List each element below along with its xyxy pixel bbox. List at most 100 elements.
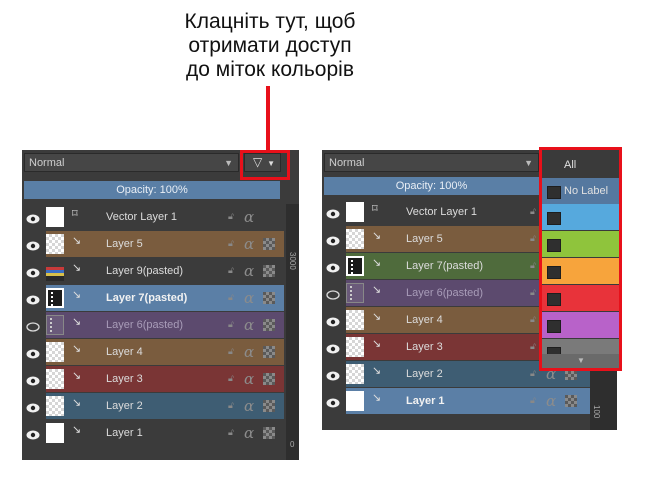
eye-icon[interactable] [326,206,340,219]
eye-icon[interactable] [26,373,40,386]
layer-row[interactable]: ↘ Layer 5 🔓︎ α [22,231,284,257]
blend-mode-select[interactable]: Normal ▼ [324,153,539,172]
filter-option-color[interactable] [542,231,620,257]
eye-icon[interactable] [26,346,40,359]
lock-icon[interactable]: 🔓︎ [530,315,539,324]
layer-thumbnail [46,342,64,362]
alpha-lock-icon[interactable]: α [244,262,254,280]
layer-row[interactable]: ↘ Layer 1 🔓︎ α [322,388,590,414]
filter-option-color[interactable] [542,258,620,284]
layer-row[interactable]: ↘ Layer 4 🔓︎ α [22,339,284,365]
lock-icon[interactable]: 🔓︎ [228,428,237,437]
lock-icon[interactable]: 🔓︎ [228,401,237,410]
paint-layer-icon: ↘ [72,343,82,355]
eye-icon[interactable] [326,368,340,381]
layer-name: Layer 5 [106,238,143,250]
lock-icon[interactable]: 🔓︎ [228,347,237,356]
alpha-lock-icon[interactable]: α [244,343,254,361]
layer-thumbnail [46,423,64,443]
layer-row[interactable]: ↘ Layer 2 🔓︎ α [22,393,284,419]
eye-icon[interactable] [326,341,340,354]
eye-icon[interactable] [26,292,40,305]
eye-icon[interactable] [326,260,340,273]
eye-icon[interactable] [26,400,40,413]
lock-icon[interactable]: 🔓︎ [228,266,237,275]
layer-row[interactable]: ↘ Layer 1 🔓︎ α [22,420,284,446]
inherit-alpha-icon[interactable] [263,319,275,331]
alpha-lock-icon[interactable]: α [244,424,254,442]
eye-closed-icon[interactable] [26,319,40,332]
inherit-alpha-icon[interactable] [263,400,275,412]
paint-layer-icon: ↘ [72,424,82,436]
layer-name: Layer 9(pasted) [106,265,184,277]
opacity-label: Opacity: 100% [116,184,188,196]
callout-text: Клацніть тут, щоб отримати доступ до міт… [140,10,400,82]
alpha-lock-icon[interactable]: α [244,370,254,388]
lock-icon[interactable]: 🔓︎ [228,320,237,329]
layer-thumbnail [346,256,364,276]
layer-row[interactable]: ↘ Layer 6(pasted) 🔓︎ α [22,312,284,338]
ruler-label: 100 [592,405,601,419]
lock-icon[interactable]: 🔓︎ [530,261,539,270]
paint-layer-icon: ↘ [372,230,382,242]
lock-icon[interactable]: 🔓︎ [228,239,237,248]
opacity-slider[interactable]: Opacity: 100% [24,181,280,199]
filter-option-no-label[interactable]: No Label [542,178,620,204]
eye-icon[interactable] [326,233,340,246]
eye-icon[interactable] [326,395,340,408]
lock-icon[interactable]: 🔓︎ [228,374,237,383]
eye-icon[interactable] [326,314,340,327]
lock-icon[interactable]: 🔓︎ [530,288,539,297]
eye-icon[interactable] [26,265,40,278]
eye-icon[interactable] [26,211,40,224]
layer-thumbnail [346,229,364,249]
layer-thumbnail [46,315,64,335]
alpha-lock-icon[interactable]: α [546,392,556,410]
filter-option-color[interactable] [542,285,620,311]
layer-name: Layer 1 [106,427,143,439]
layer-thumbnail [346,337,364,357]
alpha-lock-icon[interactable]: α [244,235,254,253]
inherit-alpha-icon[interactable] [263,292,275,304]
ruler-label: 3000 [288,252,297,270]
alpha-lock-icon[interactable]: α [244,397,254,415]
inherit-alpha-icon[interactable] [263,265,275,277]
eye-icon[interactable] [26,427,40,440]
scroll-down-icon[interactable]: ▼ [542,354,620,368]
alpha-lock-icon[interactable]: α [244,316,254,334]
color-label-filter-button[interactable]: ▽ ▼ [244,153,281,172]
eye-icon[interactable] [26,238,40,251]
layer-row[interactable]: ↘ Layer 9(pasted) 🔓︎ α [22,258,284,284]
lock-icon[interactable]: 🔓︎ [228,293,237,302]
inherit-alpha-icon[interactable] [263,427,275,439]
layer-thumbnail [346,391,364,411]
layer-row[interactable]: ⌑ Vector Layer 1 🔓︎ α [22,204,284,230]
alpha-lock-icon[interactable]: α [244,208,254,226]
paint-layer-icon: ↘ [372,257,382,269]
callout-line-3: до міток кольорів [186,58,354,81]
layer-row[interactable]: ↘ Layer 3 🔓︎ α [22,366,284,392]
layer-thumbnail [346,364,364,384]
inherit-alpha-icon[interactable] [263,346,275,358]
inherit-alpha-icon[interactable] [565,395,577,407]
blend-mode-select[interactable]: Normal ▼ [24,153,239,172]
paint-layer-icon: ↘ [372,284,382,296]
inherit-alpha-icon[interactable] [263,373,275,385]
lock-icon[interactable]: 🔓︎ [530,396,539,405]
lock-icon[interactable]: 🔓︎ [530,342,539,351]
filter-option-color[interactable] [542,312,620,338]
lock-icon[interactable]: 🔓︎ [530,207,539,216]
inherit-alpha-icon[interactable] [263,238,275,250]
lock-icon[interactable]: 🔓︎ [228,212,237,221]
filter-option-color[interactable] [542,204,620,230]
layer-thumbnail [46,234,64,254]
layer-name: Layer 1 [406,395,445,407]
lock-icon[interactable]: 🔓︎ [530,369,539,378]
filter-option-all[interactable]: All [542,152,620,178]
opacity-slider[interactable]: Opacity: 100% [324,177,539,195]
lock-icon[interactable]: 🔓︎ [530,234,539,243]
eye-closed-icon[interactable] [326,287,340,300]
alpha-lock-icon[interactable]: α [244,289,254,307]
filter-option-label: No Label [564,185,609,197]
layer-row[interactable]: ↘ Layer 7(pasted) 🔓︎ α [22,285,284,311]
